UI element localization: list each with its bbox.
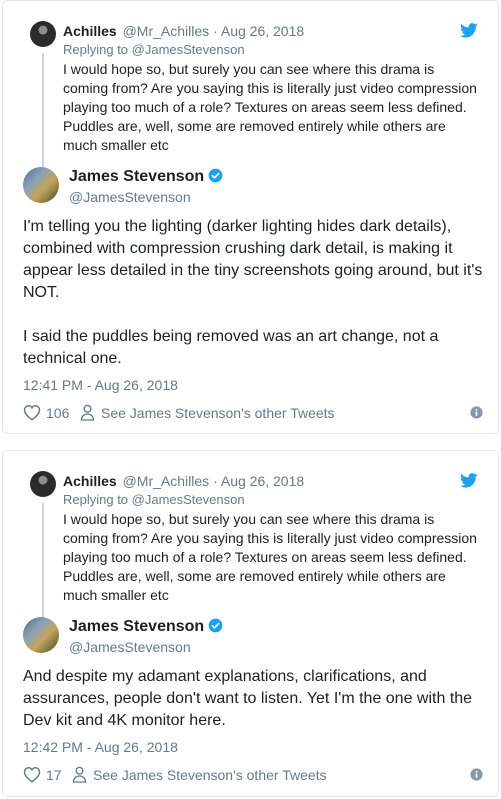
tweet-actions: 17 See James Stevenson's other Tweets — [23, 765, 483, 785]
embedded-tweet-card: Achilles @Mr_Achilles · Aug 26, 2018 Rep… — [2, 450, 499, 797]
author-avatar[interactable] — [23, 617, 59, 653]
tweet-author[interactable]: James Stevenson @JamesStevenson — [23, 167, 423, 207]
replying-to[interactable]: Replying to @JamesStevenson — [63, 41, 245, 58]
tweet-author[interactable]: James Stevenson @JamesStevenson — [23, 617, 423, 657]
quoted-header: Achilles @Mr_Achilles · Aug 26, 2018 — [63, 472, 304, 490]
quoted-text: I would hope so, but surely you can see … — [63, 61, 477, 153]
quoted-handle[interactable]: @Mr_Achilles — [123, 23, 210, 39]
quoted-date[interactable]: Aug 26, 2018 — [221, 473, 304, 489]
tweet-paragraph: And despite my adamant explanations, cla… — [23, 668, 473, 729]
quoted-name[interactable]: Achilles — [63, 23, 117, 39]
author-name[interactable]: James Stevenson — [69, 618, 204, 635]
heart-icon[interactable] — [23, 404, 41, 421]
tweet-timestamp[interactable]: 12:41 PM - Aug 26, 2018 — [23, 376, 178, 394]
embedded-tweet-card: Achilles @Mr_Achilles · Aug 26, 2018 Rep… — [2, 0, 499, 434]
other-tweets-link[interactable]: See James Stevenson's other Tweets — [101, 403, 335, 423]
tweet-actions: 106 See James Stevenson's other Tweets — [23, 403, 483, 423]
twitter-bird-icon[interactable] — [460, 473, 478, 488]
tweet-text: I'm telling you the lighting (darker lig… — [23, 216, 483, 370]
twitter-bird-icon[interactable] — [460, 23, 478, 38]
author-name-row[interactable]: James Stevenson — [69, 167, 223, 187]
heart-icon[interactable] — [23, 766, 41, 783]
quoted-name[interactable]: Achilles — [63, 473, 117, 489]
author-avatar[interactable] — [23, 167, 59, 203]
quoted-text: I would hope so, but surely you can see … — [63, 511, 477, 603]
other-tweets-link[interactable]: See James Stevenson's other Tweets — [93, 765, 327, 785]
quoted-date[interactable]: Aug 26, 2018 — [221, 23, 304, 39]
author-handle[interactable]: @JamesStevenson — [69, 638, 191, 656]
replying-to[interactable]: Replying to @JamesStevenson — [63, 491, 245, 508]
tweet-timestamp[interactable]: 12:42 PM - Aug 26, 2018 — [23, 738, 178, 756]
quoted-avatar[interactable] — [30, 471, 56, 497]
quoted-handle[interactable]: @Mr_Achilles — [123, 473, 210, 489]
like-count[interactable]: 106 — [46, 403, 69, 423]
info-icon[interactable] — [470, 406, 483, 419]
info-icon[interactable] — [470, 768, 483, 781]
tweet-text: And despite my adamant explanations, cla… — [23, 666, 483, 732]
author-name-row[interactable]: James Stevenson — [69, 617, 223, 637]
like-count[interactable]: 17 — [46, 765, 62, 785]
quoted-avatar[interactable] — [30, 21, 56, 47]
tweet-paragraph: I said the puddles being removed was an … — [23, 328, 439, 367]
person-icon — [80, 404, 95, 421]
author-name[interactable]: James Stevenson — [69, 168, 204, 185]
verified-badge-icon — [208, 168, 223, 183]
quoted-separator: · — [213, 23, 218, 39]
tweet-paragraph: I'm telling you the lighting (darker lig… — [23, 218, 483, 301]
author-handle[interactable]: @JamesStevenson — [69, 188, 191, 206]
quoted-header: Achilles @Mr_Achilles · Aug 26, 2018 — [63, 22, 304, 40]
verified-badge-icon — [208, 618, 223, 633]
person-icon — [72, 766, 87, 783]
quoted-separator: · — [213, 473, 218, 489]
